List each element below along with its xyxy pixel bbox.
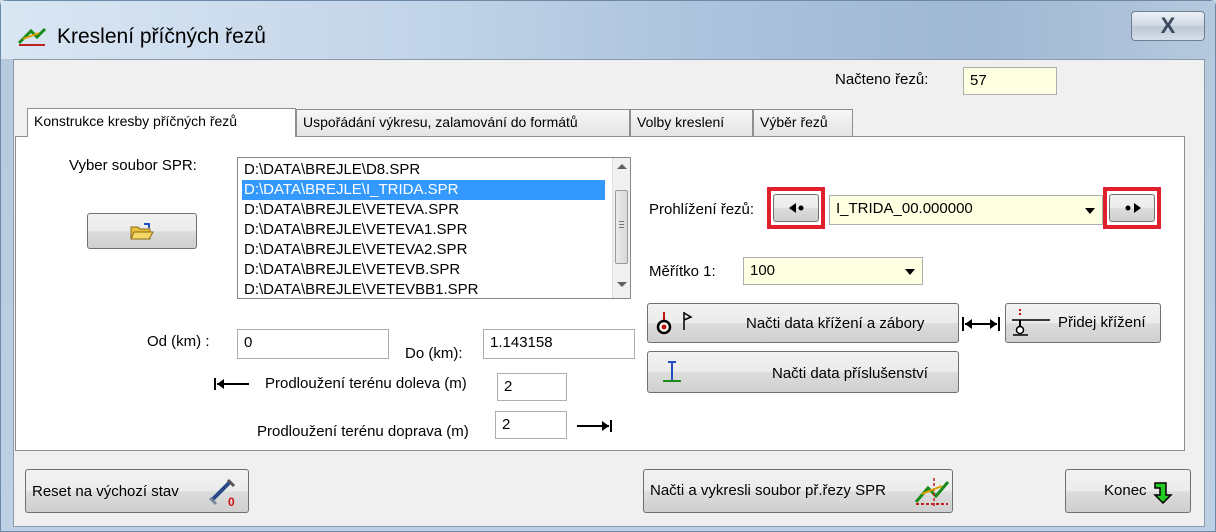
spr-file-label: Vyber soubor SPR:	[69, 157, 197, 174]
add-crossing-label: Přidej křížení	[1058, 314, 1146, 331]
list-item[interactable]: D:\DATA\BREJLE\VETEVA.SPR	[242, 200, 605, 220]
folder-open-icon	[130, 223, 154, 240]
end-label: Konec	[1104, 482, 1147, 499]
tab-section-selection[interactable]: Výběr řezů	[753, 109, 853, 136]
bidirectional-arrow-icon	[962, 317, 1000, 331]
tab-drawing-options[interactable]: Volby kreslení	[630, 109, 753, 136]
list-item[interactable]: D:\DATA\BREJLE\D8.SPR	[242, 160, 605, 180]
spr-file-list[interactable]: D:\DATA\BREJLE\D8.SPR D:\DATA\BREJLE\I_T…	[237, 157, 631, 299]
load-accessories-button[interactable]: Načti data příslušenství	[647, 351, 959, 393]
end-button[interactable]: Konec	[1065, 469, 1191, 513]
draw-sections-icon	[914, 478, 950, 506]
section-combo[interactable]: I_TRIDA_00.000000	[829, 195, 1103, 225]
load-and-draw-button[interactable]: Načti a vykresli soubor př.řezy SPR	[643, 469, 953, 513]
reset-label: Reset na výchozí stav	[32, 483, 179, 500]
add-crossing-button[interactable]: Přidej křížení	[1005, 303, 1161, 343]
scale-combo[interactable]: 100	[743, 257, 923, 285]
dialog-window: Kreslení příčných řezů X Načteno řezů: 5…	[0, 0, 1216, 532]
from-km-label: Od (km) :	[147, 333, 210, 350]
next-arrow-icon	[1125, 203, 1141, 213]
list-item[interactable]: D:\DATA\BREJLE\VETEVA1.SPR	[242, 220, 605, 240]
list-item[interactable]: D:\DATA\BREJLE\VETEVA2.SPR	[242, 240, 605, 260]
list-item-selected[interactable]: D:\DATA\BREJLE\I_TRIDA.SPR	[242, 180, 605, 200]
accessory-pole-icon	[663, 361, 681, 382]
svg-text:0: 0	[228, 495, 235, 508]
from-km-input[interactable]: 0	[237, 329, 389, 359]
scroll-down-icon[interactable]	[617, 282, 627, 287]
tab-construction[interactable]: Konstrukce kresby příčných řezů	[27, 108, 296, 137]
terrain-right-label: Prodloužení terénu doprava (m)	[257, 423, 469, 440]
app-icon	[17, 27, 47, 46]
prev-arrow-icon	[789, 203, 804, 213]
scale-combo-arrow-icon[interactable]	[905, 269, 915, 275]
next-section-button[interactable]	[1109, 194, 1155, 222]
arrow-right-stop-icon	[577, 420, 612, 432]
scroll-thumb[interactable]	[615, 190, 628, 264]
close-button[interactable]: X	[1131, 11, 1205, 41]
load-and-draw-label: Načti a vykresli soubor př.řezy SPR	[650, 482, 886, 499]
terrain-left-label: Prodloužení terénu doleva (m)	[265, 375, 467, 392]
list-item[interactable]: D:\DATA\BREJLE\VETEVB.SPR	[242, 260, 605, 280]
load-crossing-button[interactable]: Načti data křížení a zábory	[647, 303, 959, 343]
terrain-left-input[interactable]: 2	[497, 373, 567, 401]
list-item[interactable]: D:\DATA\BREJLE\VETEVBB1.SPR	[242, 280, 605, 298]
previous-section-button[interactable]	[773, 194, 819, 222]
to-km-input[interactable]: 1.143158	[483, 329, 635, 359]
exit-arrow-icon	[1153, 482, 1173, 504]
browse-sections-label: Prohlížení řezů:	[649, 201, 755, 218]
window-title: Kreslení příčných řezů	[57, 25, 266, 48]
loaded-count-value: 57	[963, 67, 1057, 95]
reset-button[interactable]: Reset na výchozí stav 0	[25, 469, 249, 513]
scroll-up-icon[interactable]	[617, 164, 627, 169]
reset-icon: 0	[208, 478, 236, 508]
scale-label: Měřítko 1:	[649, 263, 716, 280]
loaded-count-label: Načteno řezů:	[835, 71, 929, 88]
terrain-right-input[interactable]: 2	[495, 411, 567, 439]
load-accessories-label: Načti data příslušenství	[772, 365, 928, 382]
list-scrollbar[interactable]	[612, 158, 630, 298]
to-km-label: Do (km):	[405, 345, 463, 362]
section-combo-arrow-icon[interactable]	[1085, 208, 1095, 214]
add-crossing-icon	[1012, 309, 1050, 336]
title-bar: Kreslení příčných řezů X	[1, 1, 1215, 59]
crossing-flag-icon	[656, 312, 693, 335]
arrow-left-stop-icon	[214, 378, 249, 390]
tab-layout[interactable]: Uspořádání výkresu, zalamování do formát…	[296, 109, 630, 136]
load-crossing-label: Načti data křížení a zábory	[746, 315, 925, 332]
open-file-button[interactable]	[87, 213, 197, 249]
